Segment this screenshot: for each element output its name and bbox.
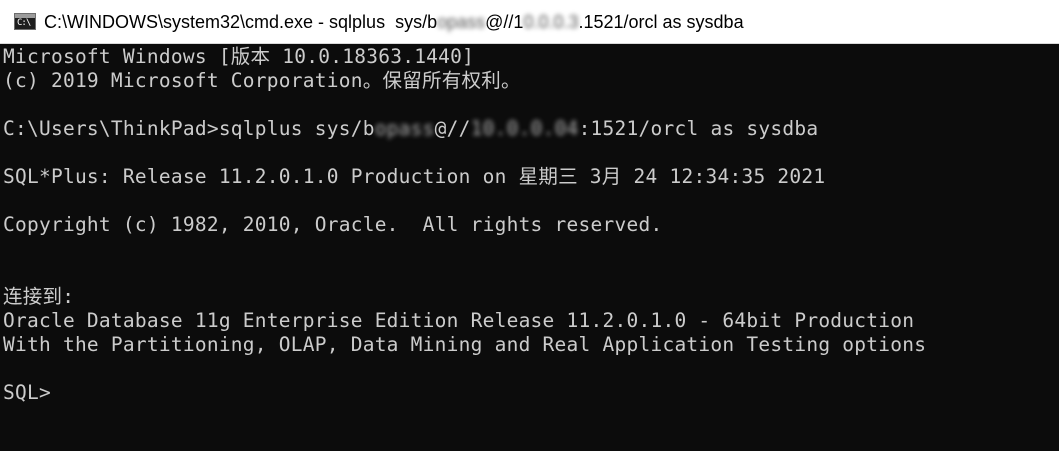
sql-prompt[interactable]: SQL> [3, 381, 51, 405]
icon-glyph: C:\ [17, 18, 31, 28]
window-title: C:\WINDOWS\system32\cmd.exe - sqlplus sy… [44, 11, 744, 33]
command-mid: @// [434, 117, 471, 140]
title-bar[interactable]: C:\ C:\WINDOWS\system32\cmd.exe - sqlplu… [0, 0, 1059, 44]
sqlplus-banner: SQL*Plus: Release 11.2.0.1.0 Production … [3, 165, 826, 188]
title-suffix: .1521/orcl as sysdba [578, 12, 744, 32]
console-output[interactable]: Microsoft Windows [版本 10.0.18363.1440] (… [0, 45, 1059, 451]
command-prefix: C:\Users\ThinkPad>sqlplus sys/b [3, 117, 375, 140]
console-command-line: C:\Users\ThinkPad>sqlplus sys/bopass@//1… [3, 117, 818, 141]
database-version-line: Oracle Database 11g Enterprise Edition R… [3, 309, 915, 332]
cmd-window: C:\ C:\WINDOWS\system32\cmd.exe - sqlplu… [0, 0, 1059, 451]
title-redacted-host: 0.0.0.3 [523, 12, 579, 32]
title-redacted-password: opass [437, 12, 486, 32]
command-redacted-host: 10.0.0.04 [470, 117, 579, 140]
cmd-app-icon[interactable]: C:\ [14, 13, 36, 30]
title-prefix: C:\WINDOWS\system32\cmd.exe - sqlplus sy… [44, 12, 438, 32]
command-suffix: :1521/orcl as sysdba [578, 117, 819, 140]
copyright-line: Copyright (c) 1982, 2010, Oracle. All ri… [3, 213, 663, 236]
title-mid: @//1 [485, 12, 524, 32]
database-options-line: With the Partitioning, OLAP, Data Mining… [3, 333, 927, 356]
console-line-2: (c) 2019 Microsoft Corporation。保留所有权利。 [3, 69, 521, 92]
connected-label: 连接到: [3, 285, 75, 308]
console-line-1: Microsoft Windows [版本 10.0.18363.1440] [3, 45, 475, 68]
command-redacted-password: opass [374, 117, 435, 140]
